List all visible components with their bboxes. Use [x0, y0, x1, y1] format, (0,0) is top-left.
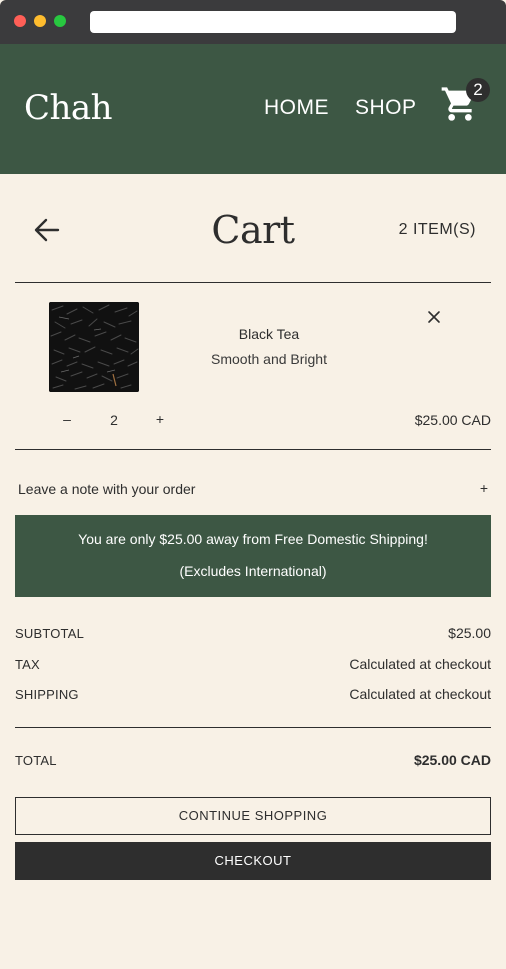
- order-note-label[interactable]: Leave a note with your order: [18, 481, 195, 497]
- quantity-increase-button[interactable]: +: [150, 411, 170, 427]
- product-name[interactable]: Black Tea: [169, 326, 369, 342]
- tax-value: Calculated at checkout: [349, 656, 491, 672]
- tea-leaves-image: [49, 302, 139, 392]
- divider: [15, 727, 491, 728]
- site-header: Chah HOME SHOP 2: [0, 44, 506, 174]
- shipping-label: SHIPPING: [15, 687, 79, 702]
- quantity-value[interactable]: 2: [104, 412, 124, 428]
- nav-link-shop[interactable]: SHOP: [355, 96, 417, 120]
- total-label: TOTAL: [15, 753, 57, 768]
- free-shipping-note: (Excludes International): [179, 563, 327, 579]
- cart-count-badge: 2: [466, 78, 490, 102]
- tax-label: TAX: [15, 657, 40, 672]
- subtotal-value: $25.00: [448, 625, 491, 641]
- continue-shopping-button[interactable]: CONTINUE SHOPPING: [15, 797, 491, 835]
- subtotal-label: SUBTOTAL: [15, 626, 85, 641]
- product-subtitle: Smooth and Bright: [211, 351, 327, 367]
- nav-link-home[interactable]: HOME: [264, 96, 329, 120]
- product-thumbnail[interactable]: [49, 302, 139, 392]
- window-maximize-dot[interactable]: [54, 15, 66, 27]
- item-count-label: 2 ITEM(S): [398, 221, 476, 238]
- line-item-price: $25.00 CAD: [414, 412, 491, 428]
- total-value: $25.00 CAD: [413, 752, 491, 768]
- browser-chrome: [0, 0, 506, 44]
- free-shipping-message: You are only $25.00 away from Free Domes…: [78, 531, 428, 547]
- site-logo[interactable]: Chah: [24, 88, 113, 128]
- address-bar[interactable]: [90, 11, 456, 33]
- divider: [15, 282, 491, 283]
- window-minimize-dot[interactable]: [34, 15, 46, 27]
- shipping-value: Calculated at checkout: [349, 686, 491, 702]
- checkout-button[interactable]: CHECKOUT: [15, 842, 491, 880]
- free-shipping-banner: You are only $25.00 away from Free Domes…: [15, 515, 491, 597]
- close-icon[interactable]: [426, 309, 442, 325]
- window-close-dot[interactable]: [14, 15, 26, 27]
- quantity-decrease-button[interactable]: –: [57, 411, 77, 427]
- plus-icon[interactable]: +: [480, 480, 488, 496]
- divider: [15, 449, 491, 450]
